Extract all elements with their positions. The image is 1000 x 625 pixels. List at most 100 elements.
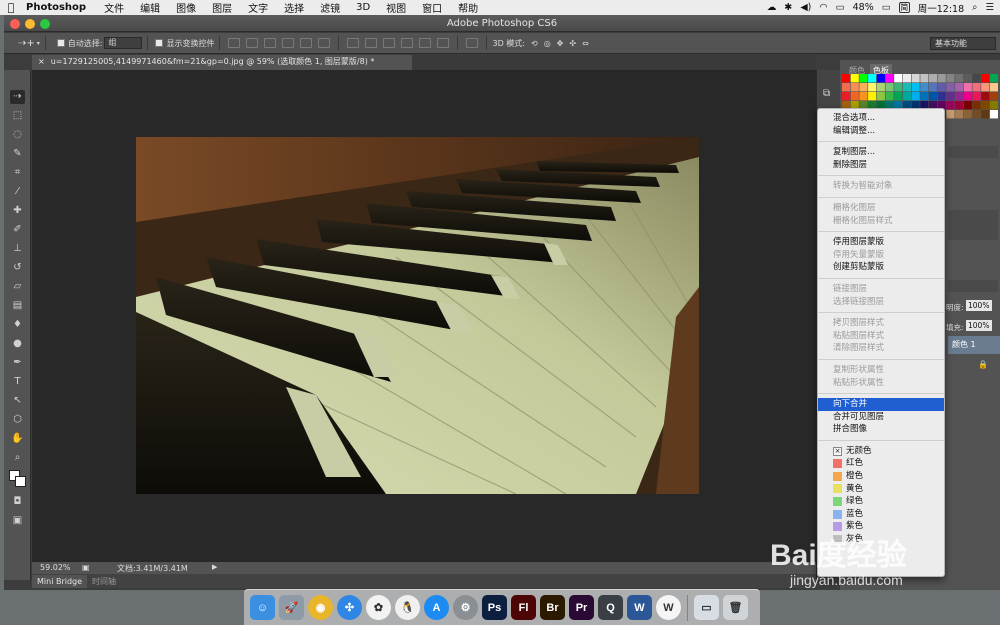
distribute-left-icon[interactable] xyxy=(401,38,414,48)
appstore-icon[interactable]: A xyxy=(424,595,449,620)
trash-icon[interactable]: 🗑 xyxy=(723,595,748,620)
swatch[interactable] xyxy=(972,83,981,92)
document-tab[interactable]: × u=1729125005,4149971460&fm=21&gp=0.jpg … xyxy=(32,55,412,70)
workspace-switcher[interactable]: 基本功能 xyxy=(930,37,996,50)
app-menu[interactable]: Photoshop xyxy=(22,2,96,13)
context-menu-item[interactable]: 红色 xyxy=(818,457,944,470)
launchpad-icon[interactable]: 🚀 xyxy=(279,595,304,620)
background-color-swatch[interactable] xyxy=(15,476,26,487)
clone-stamp-tool-icon[interactable]: ⊥ xyxy=(10,242,25,256)
tab-mini-bridge[interactable]: Mini Bridge xyxy=(32,575,88,588)
crop-tool-icon[interactable]: ⌗ xyxy=(10,166,25,180)
brush-tool-icon[interactable]: ✐ xyxy=(10,223,25,237)
swatch[interactable] xyxy=(850,92,859,101)
swatch[interactable] xyxy=(868,92,877,101)
fill-field[interactable]: 100% xyxy=(966,320,992,331)
swatch[interactable] xyxy=(955,101,964,110)
ps-icon[interactable]: Ps xyxy=(482,595,507,620)
swatch[interactable] xyxy=(911,74,920,83)
swatch[interactable] xyxy=(894,83,903,92)
menu-help[interactable]: 帮助 xyxy=(450,0,486,15)
menu-image[interactable]: 图像 xyxy=(168,0,204,15)
distribute-hcenter-icon[interactable] xyxy=(419,38,432,48)
swatch[interactable] xyxy=(868,74,877,83)
context-menu-item[interactable]: 蓝色 xyxy=(818,508,944,521)
swatch[interactable] xyxy=(963,83,972,92)
align-top-icon[interactable] xyxy=(228,38,241,48)
swatch[interactable] xyxy=(963,101,972,110)
finder-icon[interactable]: ☺ xyxy=(250,595,275,620)
swatch[interactable] xyxy=(894,92,903,101)
swatch[interactable] xyxy=(963,92,972,101)
swatch[interactable] xyxy=(972,74,981,83)
photos-icon[interactable]: ✿ xyxy=(366,595,391,620)
context-menu-item[interactable]: 拼合图像 xyxy=(818,423,944,436)
wunderlist-icon[interactable]: W xyxy=(656,595,681,620)
distribute-vcenter-icon[interactable] xyxy=(365,38,378,48)
swatch[interactable] xyxy=(981,83,990,92)
menu-layer[interactable]: 图层 xyxy=(204,0,240,15)
canvas-area[interactable] xyxy=(32,70,816,562)
eyedropper-tool-icon[interactable]: ⁄ xyxy=(10,185,25,199)
swatch[interactable] xyxy=(963,74,972,83)
hand-tool-icon[interactable]: ✋ xyxy=(10,432,25,446)
swatch[interactable] xyxy=(981,74,990,83)
eraser-tool-icon[interactable]: ▱ xyxy=(10,280,25,294)
swatch[interactable] xyxy=(989,110,998,119)
swatch[interactable] xyxy=(911,83,920,92)
system-prefs-icon[interactable]: ⚙ xyxy=(453,595,478,620)
status-arrow-icon[interactable]: ▶ xyxy=(212,563,217,571)
swatch[interactable] xyxy=(972,110,981,119)
lasso-tool-icon[interactable]: ◌ xyxy=(10,128,25,142)
swatch[interactable] xyxy=(946,74,955,83)
swatch[interactable] xyxy=(920,83,929,92)
quicktime-icon[interactable]: Q xyxy=(598,595,623,620)
zoom-tool-icon[interactable]: ⌕ xyxy=(10,451,25,465)
swatch[interactable] xyxy=(902,74,911,83)
menu-view[interactable]: 视图 xyxy=(378,0,414,15)
preview-icon[interactable]: ▭ xyxy=(694,595,719,620)
context-menu-item[interactable]: × 无颜色 xyxy=(818,445,944,458)
menu-filter[interactable]: 滤镜 xyxy=(312,0,348,15)
context-menu-item[interactable]: 编辑调整... xyxy=(818,125,944,138)
swatch[interactable] xyxy=(859,83,868,92)
clock[interactable]: 周一12:18 xyxy=(918,1,964,15)
swatch[interactable] xyxy=(989,83,998,92)
notification-center-icon[interactable]: ☰ xyxy=(985,2,994,13)
swatch[interactable] xyxy=(929,92,938,101)
move-tool-preset-icon[interactable]: ⇢+ xyxy=(18,38,35,49)
flash-icon[interactable]: Fl xyxy=(511,595,536,620)
align-right-icon[interactable] xyxy=(318,38,331,48)
swatch[interactable] xyxy=(981,110,990,119)
context-menu-item[interactable]: 绿色 xyxy=(818,495,944,508)
align-bottom-icon[interactable] xyxy=(264,38,277,48)
gradient-tool-icon[interactable]: ▤ xyxy=(10,299,25,313)
path-selection-tool-icon[interactable]: ↖ xyxy=(10,394,25,408)
swatch[interactable] xyxy=(989,92,998,101)
distribute-right-icon[interactable] xyxy=(437,38,450,48)
auto-align-icon[interactable] xyxy=(466,38,479,48)
swatch[interactable] xyxy=(981,101,990,110)
context-menu-item[interactable]: 合并可见图层 xyxy=(818,411,944,424)
piano-photo[interactable] xyxy=(136,137,699,494)
swatch[interactable] xyxy=(842,74,851,83)
swatch[interactable] xyxy=(929,74,938,83)
swatch[interactable] xyxy=(946,92,955,101)
swatch[interactable] xyxy=(911,92,920,101)
distribute-top-icon[interactable] xyxy=(347,38,360,48)
move-tool-icon[interactable]: ⇢ xyxy=(10,90,25,104)
swatch[interactable] xyxy=(946,101,955,110)
context-menu-item[interactable]: 橙色 xyxy=(818,470,944,483)
show-transform-checkbox[interactable] xyxy=(155,39,164,47)
auto-select-dropdown[interactable]: 组 xyxy=(104,37,143,49)
healing-brush-tool-icon[interactable]: ✚ xyxy=(10,204,25,218)
swatch[interactable] xyxy=(920,92,929,101)
swatch[interactable] xyxy=(902,83,911,92)
swatch[interactable] xyxy=(955,92,964,101)
swatch[interactable] xyxy=(850,83,859,92)
swatch[interactable] xyxy=(929,83,938,92)
safari-icon[interactable]: ✣ xyxy=(337,595,362,620)
volume-icon[interactable]: ◀) xyxy=(800,2,811,13)
swatch[interactable] xyxy=(885,74,894,83)
tab-timeline[interactable]: 时间轴 xyxy=(87,574,121,589)
